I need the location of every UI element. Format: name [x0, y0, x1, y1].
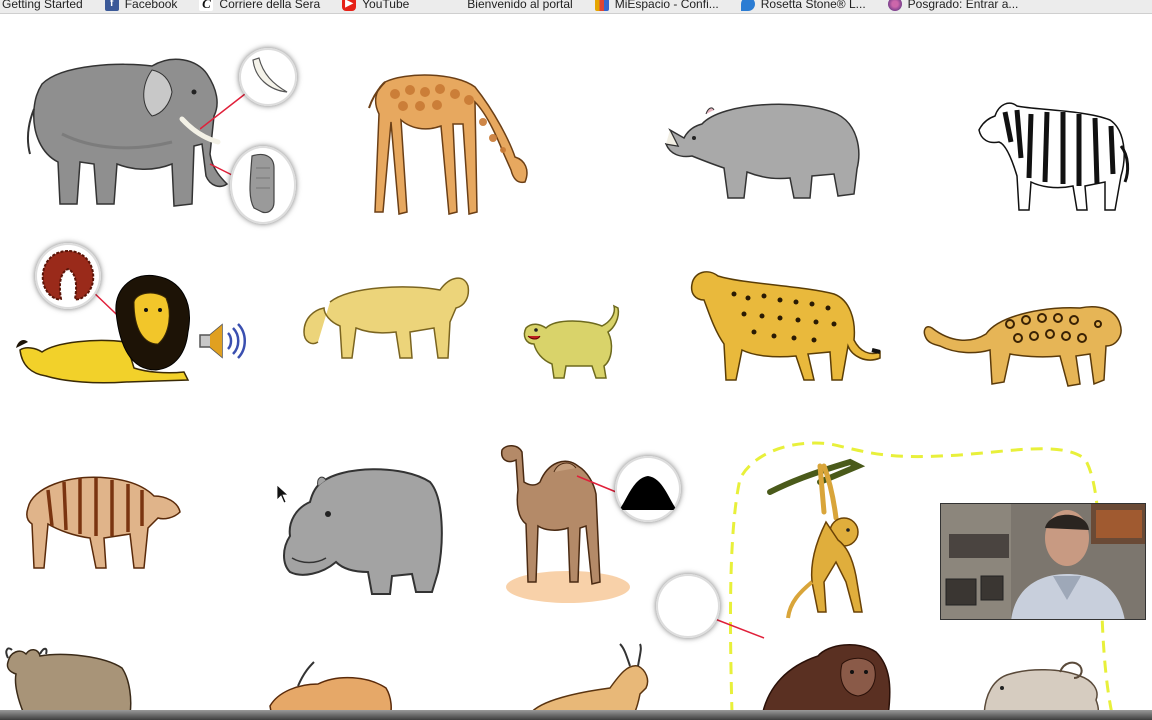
camel[interactable]	[496, 442, 641, 607]
bookmark-bienvenido[interactable]: Bienvenido al portal	[467, 0, 572, 11]
bookmark-label: Posgrado: Entrar a...	[907, 0, 1019, 11]
bookmarks-bar: Getting Started f Facebook C Corriere de…	[0, 0, 1152, 14]
giraffe[interactable]	[365, 42, 535, 222]
presenter-video	[941, 504, 1145, 619]
rhinoceros[interactable]	[662, 94, 867, 204]
mane-detail	[41, 249, 95, 301]
bookmark-label: Facebook	[124, 0, 178, 11]
miespacio-icon	[594, 0, 609, 11]
corriere-icon: C	[199, 0, 214, 11]
wildebeest[interactable]	[4, 644, 134, 714]
bottom-strip	[0, 710, 1152, 720]
tusk-magnifier[interactable]	[239, 48, 297, 106]
hump-magnifier[interactable]	[615, 456, 681, 522]
antelope[interactable]	[268, 661, 393, 714]
baboon[interactable]	[980, 654, 1105, 714]
bookmark-label: Rosetta Stone® L...	[760, 0, 866, 11]
empty-magnifier[interactable]	[656, 574, 720, 638]
hyena[interactable]	[18, 468, 183, 573]
webcam-overlay	[940, 503, 1146, 620]
gazelle[interactable]	[520, 643, 660, 714]
hippopotamus[interactable]	[282, 462, 444, 602]
bookmark-label: MiEspacio - Confi...	[614, 0, 719, 11]
bookmark-label: Getting Started	[2, 0, 83, 11]
trunk-detail	[249, 153, 275, 214]
bookmark-facebook[interactable]: f Facebook	[104, 0, 178, 11]
bookmark-miespacio[interactable]: MiEspacio - Confi...	[594, 0, 719, 11]
cheetah[interactable]	[684, 260, 884, 385]
bookmark-youtube[interactable]: ▶ YouTube	[342, 0, 409, 11]
trunk-magnifier[interactable]	[230, 146, 296, 224]
bookmark-label: Corriere della Sera	[219, 0, 321, 11]
spider-monkey[interactable]	[760, 452, 880, 627]
gorilla[interactable]	[758, 636, 893, 714]
hump-detail	[619, 476, 677, 510]
bookmark-label: YouTube	[362, 0, 410, 11]
rosetta-icon	[740, 0, 755, 11]
mane-magnifier[interactable]	[35, 243, 101, 309]
tusk-detail	[252, 57, 288, 93]
bookmark-getting-started[interactable]: Getting Started	[2, 0, 83, 11]
leopard[interactable]	[920, 284, 1130, 394]
elephant[interactable]	[22, 44, 229, 214]
youtube-icon: ▶	[342, 0, 357, 11]
mouse-cursor-icon	[276, 484, 290, 509]
bookmark-label: Bienvenido al portal	[467, 0, 573, 11]
facebook-icon: f	[104, 0, 119, 11]
bookmark-rosetta[interactable]: Rosetta Stone® L...	[740, 0, 866, 11]
bookmark-corriere[interactable]: C Corriere della Sera	[199, 0, 320, 11]
speaker-icon[interactable]	[196, 321, 246, 361]
lioness[interactable]	[300, 262, 470, 362]
zebra[interactable]	[975, 86, 1130, 216]
lion-cub[interactable]	[522, 304, 622, 384]
bookmark-posgrado[interactable]: Posgrado: Entrar a...	[887, 0, 1019, 11]
globe-icon	[887, 0, 902, 11]
